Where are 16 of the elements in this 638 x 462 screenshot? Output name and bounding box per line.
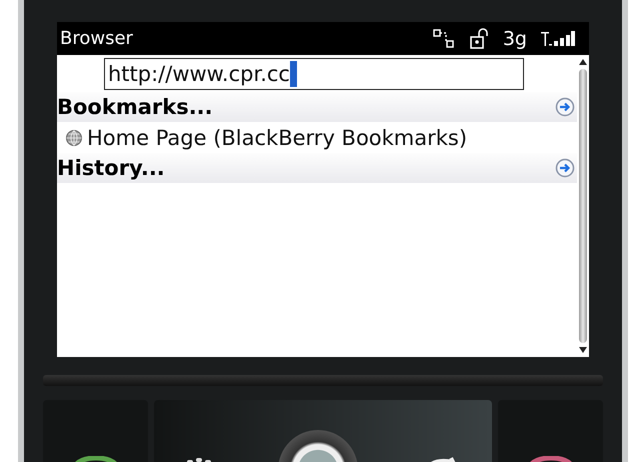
- scroll-up-icon[interactable]: [578, 58, 588, 66]
- section-header[interactable]: History...: [57, 153, 577, 183]
- unlocked-padlock-icon: [468, 28, 489, 50]
- app-title: Browser: [60, 28, 133, 49]
- address-field[interactable]: http://www.cpr.cc: [104, 58, 524, 90]
- network-type: 3g: [502, 28, 527, 50]
- signal-strength-icon: [541, 30, 575, 48]
- scroll-thumb[interactable]: [579, 69, 587, 343]
- scroll-down-icon[interactable]: [578, 346, 588, 354]
- connection-icon: [432, 28, 455, 48]
- globe-icon: [65, 128, 83, 146]
- text-cursor: [290, 60, 297, 86]
- section-header[interactable]: Bookmarks...: [57, 92, 577, 122]
- bookmark-item[interactable]: Home Page (BlackBerry Bookmarks): [57, 122, 577, 153]
- call-key[interactable]: [43, 400, 148, 462]
- end-call-key[interactable]: [498, 400, 603, 462]
